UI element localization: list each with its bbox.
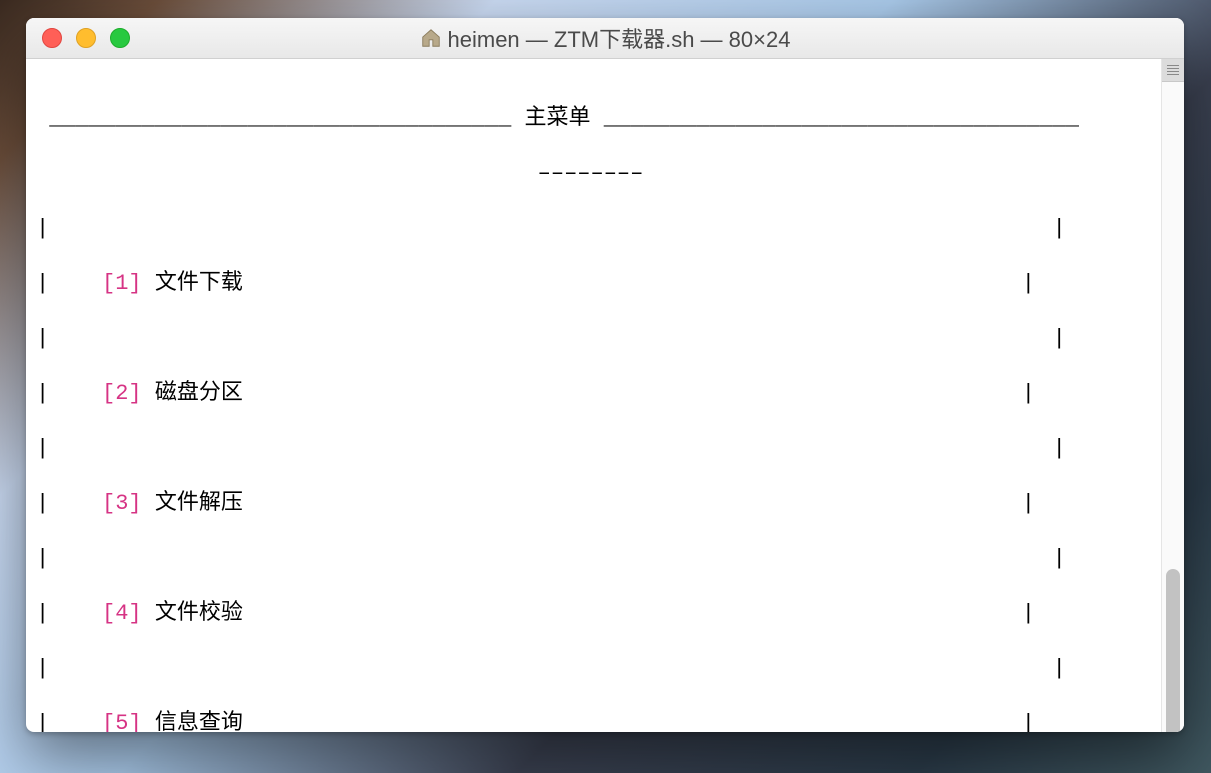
terminal-body[interactable]: ___________________________________ 主菜单 … bbox=[26, 59, 1184, 732]
menu-item: | [2] 磁盘分区 | bbox=[36, 380, 1174, 408]
menu-label: 磁盘分区 bbox=[155, 381, 243, 406]
close-button[interactable] bbox=[42, 28, 62, 48]
window-title: heimen — ZTM下载器.sh — 80×24 bbox=[26, 22, 1184, 54]
menu-item: | [1] 文件下载 | bbox=[36, 270, 1174, 298]
terminal-window: heimen — ZTM下载器.sh — 80×24 _____________… bbox=[26, 18, 1184, 732]
scrollbar-top-hatch-icon bbox=[1162, 59, 1184, 82]
menu-item: | [5] 信息查询 | bbox=[36, 710, 1174, 733]
window-title-text: heimen — ZTM下载器.sh — 80×24 bbox=[448, 22, 791, 54]
menu-border-under: –––––––– bbox=[36, 160, 1174, 188]
menu-key: [2] bbox=[102, 381, 142, 406]
menu-item: | [4] 文件校验 | bbox=[36, 600, 1174, 628]
menu-label: 信息查询 bbox=[155, 711, 243, 733]
home-icon bbox=[420, 27, 442, 49]
menu-key: [1] bbox=[102, 271, 142, 296]
menu-label: 文件解压 bbox=[155, 491, 243, 516]
menu-border-side: | | bbox=[36, 655, 1174, 683]
menu-key: [5] bbox=[102, 711, 142, 733]
menu-border-side: | | bbox=[36, 325, 1174, 353]
menu-label: 文件下载 bbox=[155, 271, 243, 296]
window-controls bbox=[42, 28, 130, 48]
menu-item: | [3] 文件解压 | bbox=[36, 490, 1174, 518]
menu-border-side: | | bbox=[36, 545, 1174, 573]
zoom-button[interactable] bbox=[110, 28, 130, 48]
menu-border-side: | | bbox=[36, 435, 1174, 463]
menu-border-top: ___________________________________ 主菜单 … bbox=[36, 105, 1174, 133]
minimize-button[interactable] bbox=[76, 28, 96, 48]
scrollbar-thumb[interactable] bbox=[1166, 569, 1180, 732]
menu-key: [3] bbox=[102, 491, 142, 516]
desktop-background: heimen — ZTM下载器.sh — 80×24 _____________… bbox=[0, 0, 1211, 773]
scrollbar[interactable] bbox=[1161, 59, 1184, 732]
menu-label: 文件校验 bbox=[155, 601, 243, 626]
titlebar: heimen — ZTM下载器.sh — 80×24 bbox=[26, 18, 1184, 59]
menu-border-side: | | bbox=[36, 215, 1174, 243]
menu-key: [4] bbox=[102, 601, 142, 626]
